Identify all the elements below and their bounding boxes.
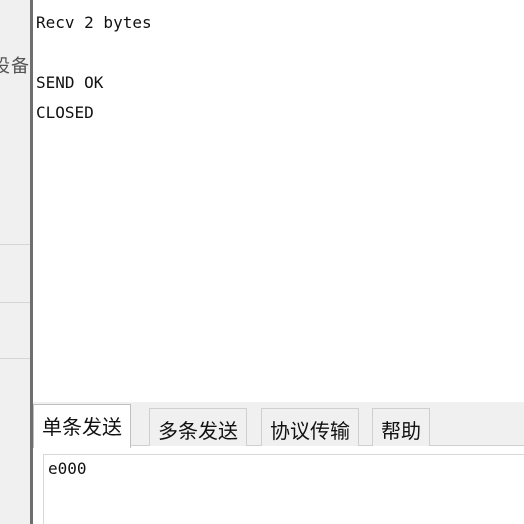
- serial-tool-window: 设备 Recv 2 bytes SEND OK CLOSED 单条发送 多条发送…: [0, 0, 524, 524]
- settings-divider: [0, 358, 30, 359]
- settings-panel: 设备: [0, 0, 30, 524]
- send-data-input[interactable]: e000: [43, 454, 524, 524]
- tab-help[interactable]: 帮助: [372, 408, 430, 446]
- log-line: Recv 2 bytes: [36, 13, 152, 32]
- single-send-panel: e000: [33, 446, 524, 524]
- tab-single-send[interactable]: 单条发送: [33, 404, 131, 448]
- receive-log[interactable]: Recv 2 bytes SEND OK CLOSED: [33, 0, 524, 402]
- log-line: CLOSED: [36, 103, 94, 122]
- settings-divider: [0, 302, 30, 303]
- tab-multi-send[interactable]: 多条发送: [149, 408, 247, 446]
- device-label: 设备: [0, 56, 30, 77]
- tab-protocol-transfer[interactable]: 协议传输: [261, 408, 359, 446]
- send-mode-tabs: 单条发送 多条发送 协议传输 帮助: [33, 402, 524, 448]
- log-line: SEND OK: [36, 73, 104, 92]
- settings-divider: [0, 244, 30, 245]
